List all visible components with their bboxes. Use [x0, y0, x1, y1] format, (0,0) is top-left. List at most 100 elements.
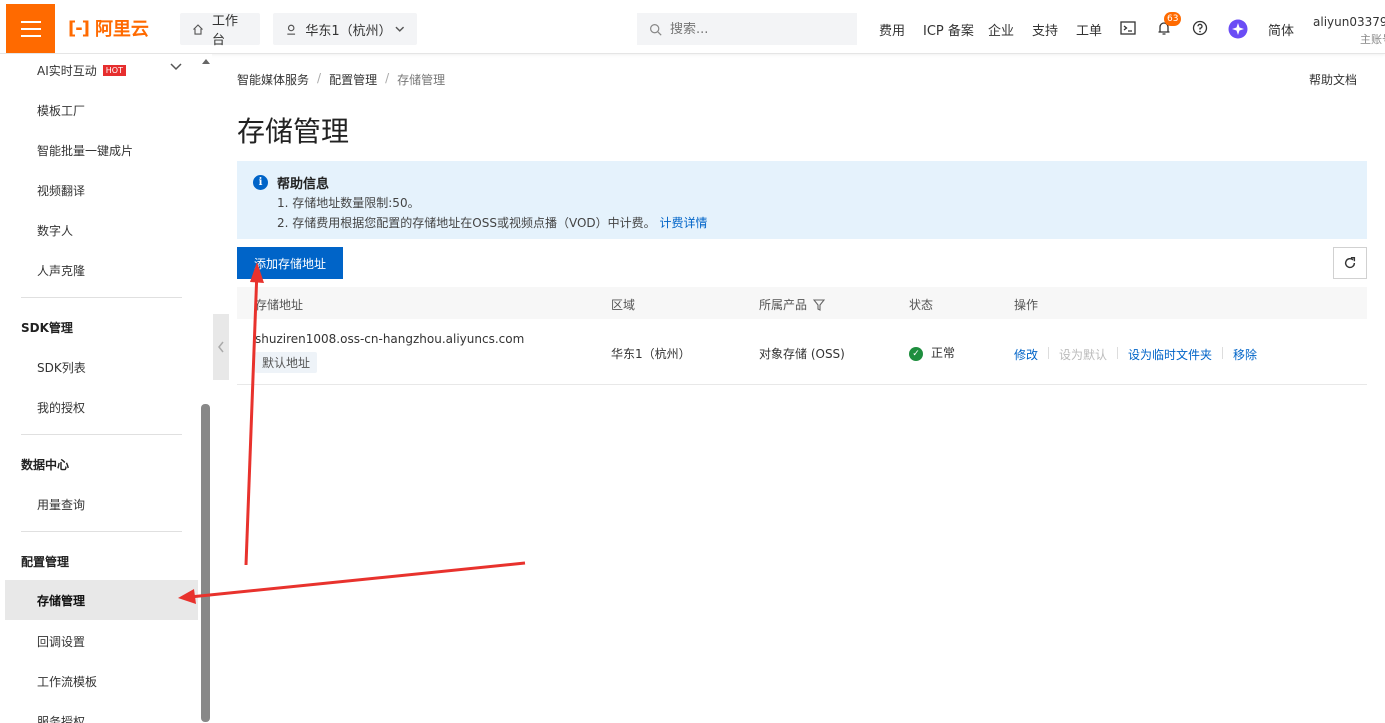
column-region: 区域: [611, 298, 636, 312]
user-name: aliyun033792: [1313, 15, 1385, 29]
sidebar-group-sdk: SDK管理: [21, 321, 73, 335]
sidebar-item-my-auth[interactable]: 我的授权: [0, 387, 198, 427]
location-icon: [287, 24, 296, 35]
filter-icon[interactable]: [813, 298, 826, 311]
annotation-arrow-to-storage-menu: [178, 561, 526, 604]
help-info-banner: i 帮助信息 1. 存储地址数量限制:50。 2. 存储费用根据您配置的存储地址…: [237, 161, 1367, 239]
sidebar-item-label: 服务授权: [37, 714, 86, 723]
sidebar-item-storage[interactable]: 存储管理: [5, 580, 198, 620]
default-address-tag: 默认地址: [255, 352, 318, 373]
column-actions: 操作: [1014, 298, 1039, 312]
info-icon: i: [253, 175, 268, 190]
sidebar-item-label: 人声克隆: [37, 263, 86, 278]
billing-details-link[interactable]: 计费详情: [659, 216, 707, 230]
column-address: 存储地址: [255, 298, 304, 312]
breadcrumb-current: 存储管理: [397, 73, 446, 87]
chevron-down-icon[interactable]: [170, 60, 182, 72]
hot-badge: HOT: [102, 64, 126, 76]
user-account[interactable]: aliyun033792 主账号: [1313, 14, 1385, 48]
info-line-1: 1. 存储地址数量限制:50。: [277, 196, 420, 210]
logo-text: 阿里云: [94, 19, 149, 40]
column-status: 状态: [909, 298, 934, 312]
sidebar-item-label: 智能批量一键成片: [37, 143, 134, 158]
nav-ticket[interactable]: 工单: [1076, 20, 1102, 39]
sidebar-item-label: 回调设置: [37, 634, 86, 649]
row-product: 对象存储 (OSS): [759, 347, 845, 361]
add-storage-address-button[interactable]: 添加存储地址: [237, 247, 343, 279]
sidebar-item-label: 我的授权: [37, 400, 86, 415]
nav-enterprise[interactable]: 企业: [988, 20, 1014, 39]
sidebar-collapse-toggle[interactable]: [213, 314, 229, 380]
sidebar-item-digital-human[interactable]: 数字人: [0, 210, 198, 250]
assistant-icon[interactable]: [1228, 19, 1248, 39]
language-switch[interactable]: 简体: [1268, 20, 1294, 39]
chevron-down-icon: [395, 26, 405, 32]
storage-address: shuziren1008.oss-cn-hangzhou.aliyuncs.co…: [255, 332, 525, 346]
sidebar-divider: [21, 297, 182, 298]
workbench-button[interactable]: 工作台: [180, 13, 260, 48]
row-region: 华东1（杭州）: [611, 347, 691, 361]
sidebar-item-label: AI实时互动: [37, 63, 97, 78]
set-default-link[interactable]: 设为默认: [1059, 346, 1107, 363]
action-separator: [1222, 347, 1223, 359]
set-temp-folder-link[interactable]: 设为临时文件夹: [1128, 346, 1212, 363]
chevron-left-icon: [218, 341, 224, 353]
sidebar-item-label: 工作流模板: [37, 674, 98, 689]
breadcrumb-separator: /: [317, 71, 322, 85]
refresh-button[interactable]: [1333, 247, 1367, 279]
terminal-icon[interactable]: [1119, 19, 1137, 37]
column-product-label: 所属产品: [759, 298, 808, 312]
remove-link[interactable]: 移除: [1233, 346, 1257, 363]
help-doc-link[interactable]: 帮助文档: [1309, 71, 1357, 88]
nav-icp[interactable]: ICP 备案: [923, 20, 974, 39]
sidebar-item-usage[interactable]: 用量查询: [0, 484, 198, 524]
nav-support[interactable]: 支持: [1032, 20, 1058, 39]
scroll-up-arrow-icon[interactable]: [202, 58, 210, 64]
breadcrumb-item[interactable]: 配置管理: [329, 71, 377, 88]
search-icon: [650, 23, 662, 36]
sidebar-item-template-factory[interactable]: 模板工厂: [0, 90, 198, 130]
sidebar-item-ai-realtime[interactable]: AI实时互动 HOT: [0, 54, 198, 90]
workbench-label: 工作台: [212, 14, 239, 48]
check-icon: ✓: [909, 346, 923, 361]
region-label: 华东1（杭州）: [305, 23, 392, 39]
sidebar-item-batch-video[interactable]: 智能批量一键成片: [0, 130, 198, 170]
page-title: 存储管理: [237, 115, 350, 148]
info-title: 帮助信息: [277, 177, 330, 192]
edit-link[interactable]: 修改: [1014, 346, 1038, 363]
row-status: ✓ 正常: [909, 344, 955, 361]
sidebar-item-workflow[interactable]: 工作流模板: [0, 661, 198, 701]
sidebar-item-sdk-list[interactable]: SDK列表: [0, 347, 198, 387]
action-separator: [1048, 347, 1049, 359]
home-icon: [193, 23, 203, 35]
search-input[interactable]: [670, 21, 840, 37]
sidebar-scrollbar-thumb[interactable]: [201, 404, 210, 722]
table-row: shuziren1008.oss-cn-hangzhou.aliyuncs.co…: [237, 320, 1367, 385]
sidebar: AI实时互动 HOT 模板工厂 智能批量一键成片 视频翻译 数字人 人声克隆 S…: [0, 54, 212, 723]
sidebar-item-callback[interactable]: 回调设置: [0, 621, 198, 661]
sidebar-item-label: SDK列表: [37, 360, 86, 375]
info-line-2-text: 2. 存储费用根据您配置的存储地址在OSS或视频点播（VOD）中计费。: [277, 216, 656, 230]
breadcrumb-item[interactable]: 智能媒体服务: [237, 71, 309, 88]
nav-fees[interactable]: 费用: [879, 20, 905, 39]
sidebar-item-label: 存储管理: [37, 593, 86, 608]
breadcrumb-separator: /: [385, 71, 390, 85]
global-search[interactable]: [637, 13, 857, 45]
info-line-2: 2. 存储费用根据您配置的存储地址在OSS或视频点播（VOD）中计费。 计费详情: [277, 214, 707, 231]
sidebar-item-video-translate[interactable]: 视频翻译: [0, 170, 198, 210]
region-selector[interactable]: 华东1（杭州）: [273, 13, 417, 45]
aliyun-logo[interactable]: [-] 阿里云: [68, 16, 149, 41]
sidebar-item-voice-clone[interactable]: 人声克隆: [0, 250, 198, 290]
sidebar-item-service-auth[interactable]: 服务授权: [0, 701, 198, 723]
status-label: 正常: [931, 346, 956, 360]
sidebar-group-data: 数据中心: [21, 458, 70, 472]
sidebar-divider: [21, 434, 182, 435]
menu-icon[interactable]: [6, 4, 55, 53]
notification-badge: 63: [1164, 12, 1182, 26]
sidebar-group-config: 配置管理: [21, 555, 70, 569]
column-product: 所属产品: [759, 296, 826, 313]
sidebar-item-label: 视频翻译: [37, 183, 86, 198]
user-account-type: 主账号: [1360, 33, 1385, 46]
help-circle-icon[interactable]: [1191, 19, 1209, 37]
top-navigation-bar: [-] 阿里云 工作台 华东1（杭州） 费用 ICP 备案 企业 支持 工单 6…: [0, 0, 1385, 54]
